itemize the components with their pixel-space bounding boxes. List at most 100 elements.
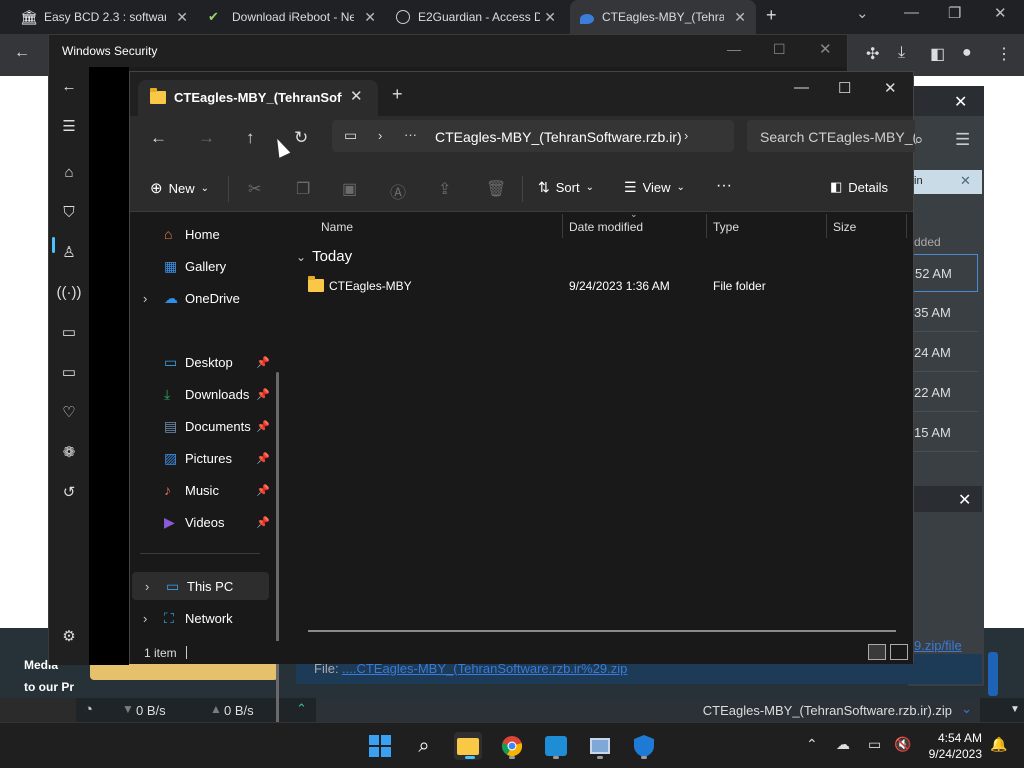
- delete-icon[interactable]: 🗑: [486, 179, 506, 199]
- tiles-view-icon[interactable]: [890, 644, 908, 660]
- view-button[interactable]: ☰ View ⌄: [624, 179, 685, 196]
- close-icon[interactable]: ✕: [176, 9, 188, 26]
- profile-icon[interactable]: ●: [962, 44, 972, 62]
- minimize-icon[interactable]: —: [904, 4, 919, 21]
- family-icon[interactable]: ❁: [60, 443, 78, 461]
- close-icon[interactable]: ✕: [958, 490, 971, 510]
- sidebar-item-this-pc[interactable]: › ▭ This PC: [132, 572, 269, 600]
- search-input[interactable]: Search CTEagles-MBY_(Te: [747, 120, 915, 152]
- close-icon[interactable]: ✕: [954, 92, 967, 112]
- extensions-icon[interactable]: ✣: [866, 44, 879, 64]
- health-icon[interactable]: ♡: [60, 403, 78, 421]
- sidebar-item-onedrive[interactable]: › ☁ OneDrive: [130, 284, 275, 312]
- chevron-right-icon[interactable]: ›: [143, 291, 147, 306]
- group-header-today[interactable]: ⌄ Today: [296, 248, 352, 265]
- search-icon[interactable]: ⌕: [410, 732, 438, 760]
- menu-icon[interactable]: ☰: [955, 130, 970, 150]
- windows-security-taskbar-icon[interactable]: [630, 732, 658, 760]
- chrome-taskbar-icon[interactable]: [498, 732, 526, 760]
- back-icon[interactable]: ←: [150, 128, 167, 148]
- close-icon[interactable]: ✕: [350, 87, 363, 105]
- sidebar-scrollbar[interactable]: [276, 372, 279, 732]
- volume-muted-icon[interactable]: 🔇: [894, 736, 911, 753]
- breadcrumb-current[interactable]: CTEagles-MBY_(TehranSoftware.rzb.ir): [435, 129, 682, 145]
- app-browser-icon[interactable]: ▭: [60, 323, 78, 341]
- sidebar-item-videos[interactable]: ▶ Videos 📌: [130, 508, 275, 536]
- new-tab-button[interactable]: +: [392, 84, 403, 105]
- close-icon[interactable]: ✕: [544, 9, 556, 26]
- new-tab-button[interactable]: +: [766, 5, 777, 26]
- cloud-sync-icon[interactable]: ☁: [836, 736, 850, 753]
- home-icon[interactable]: ⌂: [60, 163, 78, 181]
- download-row[interactable]: 52 AM: [912, 254, 978, 292]
- back-icon[interactable]: ←: [60, 77, 78, 95]
- share-icon[interactable]: ⇪: [438, 179, 451, 199]
- close-icon[interactable]: ✕: [960, 173, 971, 189]
- close-icon[interactable]: ✕: [364, 9, 376, 26]
- network-status-icon[interactable]: ▭: [868, 736, 881, 753]
- notification-bell-icon[interactable]: 🔔: [990, 736, 1007, 753]
- menu-icon[interactable]: ⋮: [996, 44, 1012, 64]
- more-options-button[interactable]: ···: [716, 177, 732, 195]
- chevron-right-icon[interactable]: ›: [143, 611, 147, 626]
- details-button[interactable]: ◧ Details: [830, 179, 888, 195]
- chevron-right-icon[interactable]: ›: [378, 128, 382, 143]
- sidepanel-icon[interactable]: ◧: [930, 44, 945, 64]
- browser-tab-easybcd[interactable]: 🏛 Easy BCD 2.3 : software ✕: [10, 0, 198, 34]
- column-divider[interactable]: [826, 214, 827, 238]
- download-row[interactable]: 15 AM: [912, 414, 978, 452]
- column-header-size[interactable]: Size: [833, 220, 856, 234]
- sidebar-item-pictures[interactable]: ▨ Pictures 📌: [130, 444, 275, 472]
- column-header-type[interactable]: Type: [713, 220, 739, 234]
- address-bar[interactable]: ▭ › ··· CTEagles-MBY_(TehranSoftware.rzb…: [332, 120, 734, 152]
- download-row[interactable]: 22 AM: [912, 374, 978, 412]
- download-icon[interactable]: ⤓: [898, 44, 905, 62]
- refresh-icon[interactable]: ↻: [294, 128, 308, 148]
- chevron-up-icon[interactable]: ⌃: [296, 701, 307, 717]
- sidebar-item-network[interactable]: › ⛶ Network: [130, 604, 275, 632]
- column-divider[interactable]: [906, 214, 907, 238]
- sidebar-item-home[interactable]: ⌂ Home: [130, 220, 275, 248]
- rename-icon[interactable]: Ⓐ: [390, 179, 406, 203]
- cut-icon[interactable]: ✂: [248, 179, 261, 199]
- browser-tab-ireboot[interactable]: ✔ Download iReboot - Ne ✕: [198, 0, 386, 34]
- file-row[interactable]: CTEagles-MBY 9/24/2023 1:36 AM File fold…: [300, 274, 908, 298]
- maximize-icon[interactable]: ☐: [838, 79, 851, 97]
- close-icon[interactable]: ✕: [884, 79, 897, 97]
- browser-tab-e2guardian[interactable]: E2Guardian - Access D ✕: [386, 0, 566, 34]
- chevron-right-icon[interactable]: ›: [684, 128, 688, 143]
- chevron-down-icon[interactable]: ⌄: [961, 701, 972, 717]
- download-row[interactable]: 24 AM: [912, 334, 978, 372]
- wifi-icon[interactable]: ((·)): [57, 283, 82, 301]
- search-icon[interactable]: ⌕: [914, 130, 924, 150]
- account-icon[interactable]: ♙: [60, 243, 78, 261]
- forward-icon[interactable]: →: [198, 128, 215, 148]
- up-icon[interactable]: ↑: [246, 128, 255, 148]
- sidebar-item-documents[interactable]: ▤ Documents 📌: [130, 412, 275, 440]
- tab-search-icon[interactable]: ⌄: [856, 4, 869, 22]
- column-header-date[interactable]: Date modified: [569, 220, 643, 234]
- paste-icon[interactable]: ▣: [342, 179, 357, 199]
- column-header-name[interactable]: Name: [321, 220, 353, 234]
- sidebar-item-music[interactable]: ♪ Music 📌: [130, 476, 275, 504]
- close-icon[interactable]: ✕: [819, 40, 832, 58]
- column-header-added[interactable]: dded: [914, 235, 941, 249]
- column-divider[interactable]: [706, 214, 707, 238]
- laptop-icon[interactable]: ▭: [60, 363, 78, 381]
- gear-icon[interactable]: ⚙: [60, 627, 78, 645]
- sidebar-item-downloads[interactable]: ⤓ Downloads 📌: [130, 380, 275, 408]
- scroll-down-icon[interactable]: ▼: [1010, 704, 1020, 715]
- restore-icon[interactable]: ❐: [948, 4, 961, 22]
- download-row[interactable]: 35 AM: [912, 294, 978, 332]
- close-icon[interactable]: ✕: [994, 4, 1007, 22]
- network-app-taskbar-icon[interactable]: [586, 732, 614, 760]
- download-action-button[interactable]: [988, 652, 998, 696]
- hamburger-icon[interactable]: ☰: [60, 117, 78, 135]
- close-icon[interactable]: ✕: [734, 9, 746, 26]
- details-view-icon[interactable]: [868, 644, 886, 660]
- back-icon[interactable]: ←: [14, 44, 30, 62]
- maximize-icon[interactable]: ☐: [773, 41, 786, 58]
- sidebar-item-gallery[interactable]: ▦ Gallery: [130, 252, 275, 280]
- system-clock[interactable]: 4:54 AM 9/24/2023: [920, 730, 982, 762]
- minimize-icon[interactable]: —: [794, 79, 809, 96]
